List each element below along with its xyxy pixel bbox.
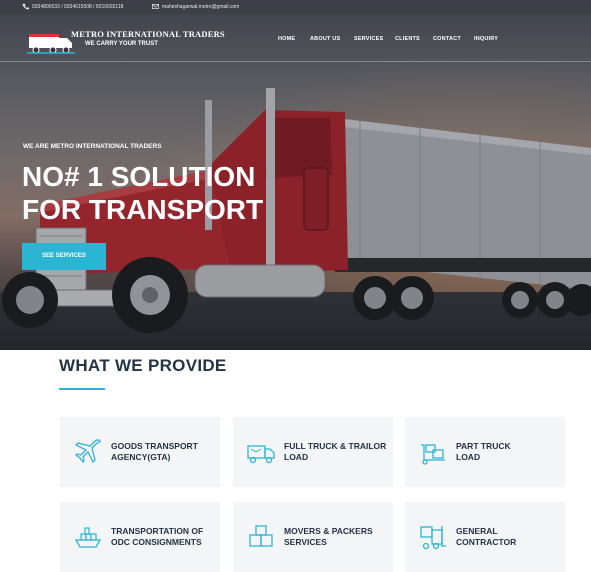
see-services-button[interactable]: SEE SERVICES xyxy=(22,243,106,270)
nav-contact[interactable]: CONTACT xyxy=(433,36,461,42)
email-address[interactable]: maheshagarwal.metro@gmail.com xyxy=(162,4,239,10)
hero-subtitle: WE ARE METRO INTERNATIONAL TRADERS xyxy=(23,143,162,150)
phone-icon xyxy=(22,3,29,10)
brand-tagline: WE CARRY YOUR TRUST xyxy=(85,41,158,47)
email-info: maheshagarwal.metro@gmail.com xyxy=(152,0,239,14)
nav-services[interactable]: SERVICES xyxy=(354,36,383,42)
nav-home[interactable]: HOME xyxy=(278,36,295,42)
contact-topbar: 9334800533 / 9334615508 / 8210692118 mah… xyxy=(0,0,591,14)
service-label-line-2: LOAD xyxy=(456,452,481,462)
nav-clients[interactable]: CLIENTS xyxy=(395,36,420,42)
service-card-odc[interactable]: TRANSPORTATION OF ODC CONSIGNMENTS xyxy=(60,502,220,572)
section-title-underline xyxy=(59,388,105,390)
service-label-line-2: AGENCY(GTA) xyxy=(111,452,171,462)
service-label-line-1: FULL TRUCK & TRAILOR xyxy=(284,441,387,451)
service-label-line-1: GOODS TRANSPORT xyxy=(111,441,198,451)
service-label-line-2: CONTRACTOR xyxy=(456,537,517,547)
section-title: WHAT WE PROVIDE xyxy=(59,356,227,375)
service-card-full-truck[interactable]: FULL TRUCK & TRAILOR LOAD xyxy=(233,417,393,487)
service-label-line-2: ODC CONSIGNMENTS xyxy=(111,537,202,547)
service-label: GOODS TRANSPORT AGENCY(GTA) xyxy=(111,441,198,463)
service-label-line-2: LOAD xyxy=(284,452,309,462)
service-label: PART TRUCK LOAD xyxy=(456,441,511,463)
airplane-icon xyxy=(74,439,101,464)
service-label: FULL TRUCK & TRAILOR LOAD xyxy=(284,441,386,463)
email-icon xyxy=(152,4,159,10)
service-label-line-1: PART TRUCK xyxy=(456,441,511,451)
hero-title-line-1: NO# 1 SOLUTION xyxy=(22,161,256,192)
service-label-line-1: MOVERS & PACKERS xyxy=(284,526,373,536)
hand-truck-icon xyxy=(421,444,445,465)
company-logo[interactable] xyxy=(27,26,75,56)
phone-numbers[interactable]: 9334800533 / 9334615508 / 8210692118 xyxy=(32,4,123,10)
service-label-line-1: GENERAL xyxy=(456,526,498,536)
nav-inquiry[interactable]: INQUIRY xyxy=(474,36,498,42)
nav-about-us[interactable]: ABOUT US xyxy=(310,36,340,42)
service-label-line-2: SERVICES xyxy=(284,537,327,547)
delivery-truck-icon xyxy=(247,445,275,464)
hero-title: NO# 1 SOLUTION FOR TRANSPORT xyxy=(22,160,322,226)
service-card-gta[interactable]: GOODS TRANSPORT AGENCY(GTA) xyxy=(60,417,220,487)
service-card-part-truck[interactable]: PART TRUCK LOAD xyxy=(405,417,565,487)
forklift-icon xyxy=(420,526,446,550)
phone-info: 9334800533 / 9334615508 / 8210692118 xyxy=(22,0,123,14)
hero-title-line-2: FOR TRANSPORT xyxy=(22,194,264,225)
brand-name[interactable]: METRO INTERNATIONAL TRADERS xyxy=(71,29,225,39)
service-label-line-1: TRANSPORTATION OF xyxy=(111,526,204,536)
boxes-icon xyxy=(249,525,273,547)
service-card-movers[interactable]: MOVERS & PACKERS SERVICES xyxy=(233,502,393,572)
service-card-general-contractor[interactable]: GENERAL CONTRACTOR xyxy=(405,502,565,572)
header-divider xyxy=(0,61,591,62)
ship-icon xyxy=(74,527,102,548)
